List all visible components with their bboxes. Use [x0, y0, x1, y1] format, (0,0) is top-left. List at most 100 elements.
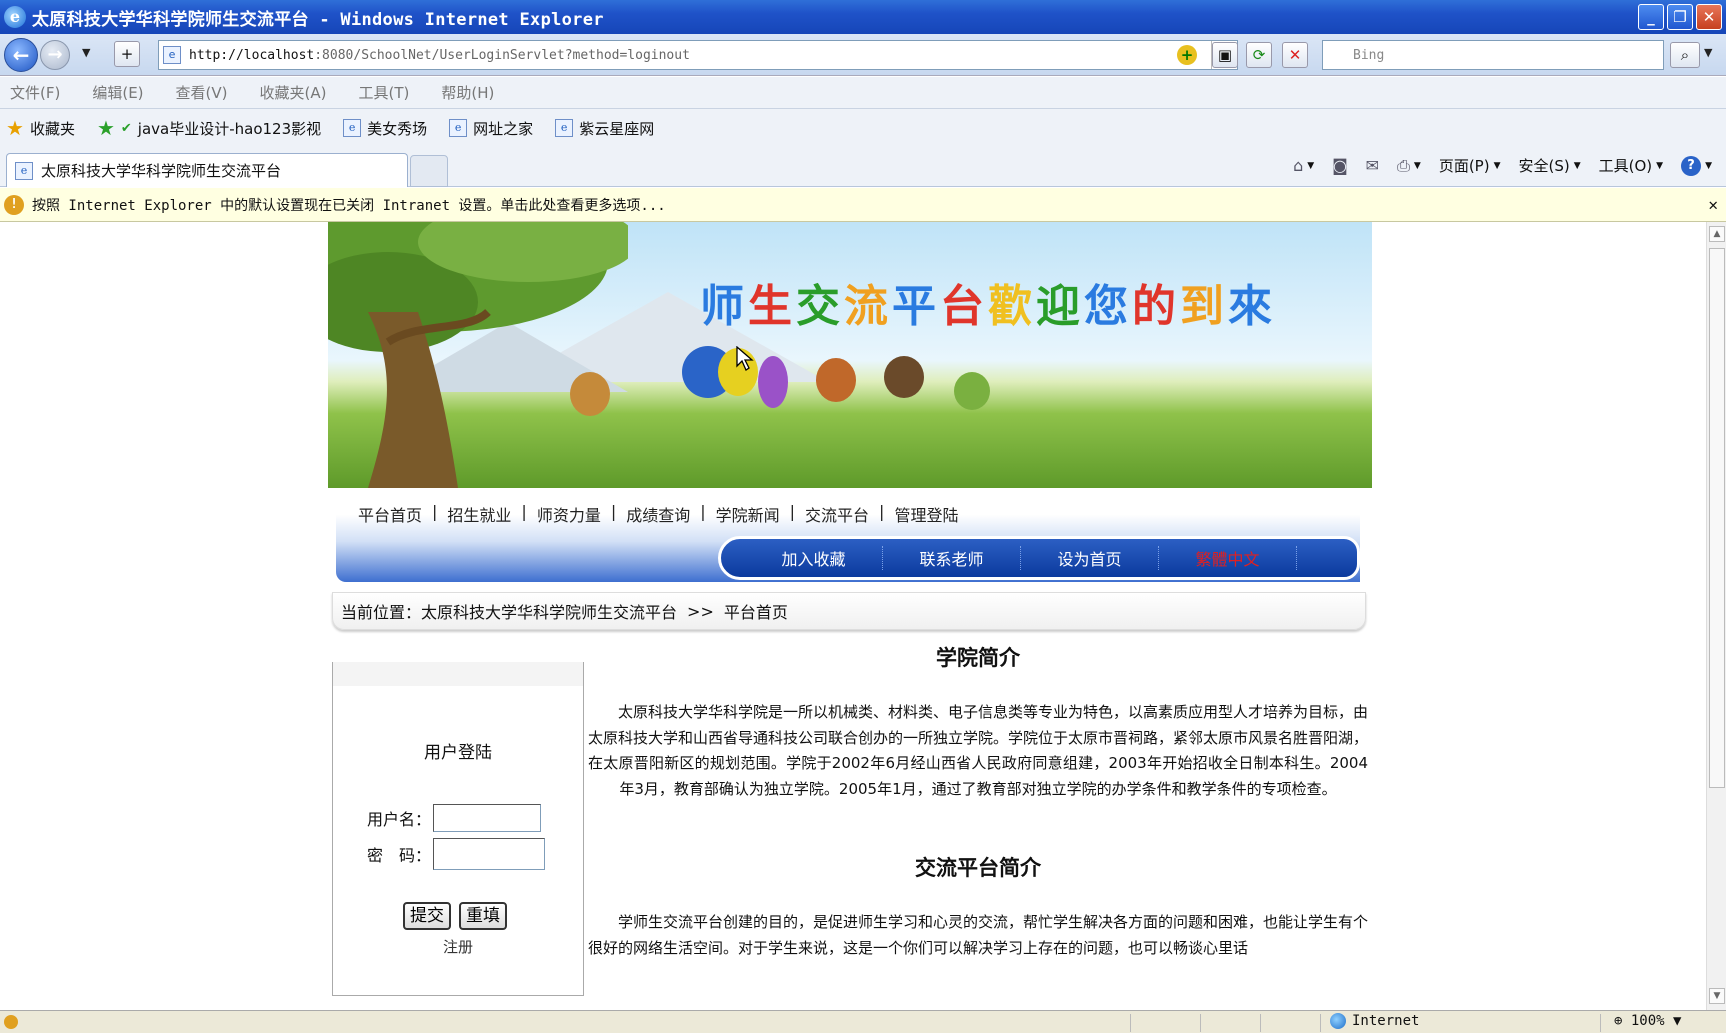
stop-icon[interactable]: ✕	[1282, 42, 1308, 68]
information-bar[interactable]: ! 按照 Internet Explorer 中的默认设置现在已关闭 Intra…	[0, 188, 1726, 222]
menu-help[interactable]: 帮助(H)	[441, 82, 494, 103]
breadcrumb-site[interactable]: 太原科技大学华科学院师生交流平台	[421, 599, 677, 623]
nav-sep: |	[700, 502, 706, 521]
banner-char: 平	[892, 281, 940, 332]
fav-item-label: 紫云星座网	[579, 119, 655, 138]
print-button[interactable]: ⎙ ▼	[1397, 156, 1421, 176]
help-button[interactable]: ? ▼	[1681, 155, 1712, 176]
search-placeholder: Bing	[1353, 47, 1385, 63]
banner-char: 您	[1084, 281, 1132, 332]
menu-edit[interactable]: 编辑(E)	[92, 82, 143, 103]
url-field[interactable]: e http://localhost:8080/SchoolNet/UserLo…	[158, 40, 1238, 70]
breadcrumb-current: 平台首页	[723, 603, 788, 622]
close-infobar-icon[interactable]: ✕	[1708, 195, 1718, 214]
scroll-down-icon[interactable]: ▼	[1709, 988, 1725, 1004]
submit-button[interactable]: 提交	[403, 902, 451, 930]
menu-file[interactable]: 文件(F)	[10, 82, 60, 103]
tools-menu[interactable]: 工具(O) ▼	[1599, 155, 1663, 176]
feeds-button[interactable]: ◙	[1332, 156, 1348, 175]
breadcrumb-sep: >>	[687, 601, 714, 621]
banner-char: 歡	[988, 281, 1036, 332]
search-input[interactable]: Bing	[1322, 40, 1664, 70]
ie-page-icon: e	[15, 161, 33, 180]
search-icon[interactable]: ⌕	[1670, 42, 1700, 68]
nav-link-admissions[interactable]: 招生就业	[447, 502, 511, 526]
restore-button[interactable]: ❐	[1667, 4, 1693, 30]
scroll-up-icon[interactable]: ▲	[1709, 226, 1725, 242]
menu-favorites[interactable]: 收藏夹(A)	[260, 82, 327, 103]
nav-link-news[interactable]: 学院新闻	[716, 502, 780, 526]
refresh-icon[interactable]: ⟳	[1246, 42, 1272, 68]
mail-icon: ✉	[1365, 156, 1380, 175]
safety-menu-label: 安全(S)	[1518, 157, 1570, 175]
banner-image: 师生交流平台歡迎您的到來	[328, 222, 1372, 488]
main-nav: 平台首页 | 招生就业 | 师资力量 | 成绩查询 | 学院新闻 | 交流平台 | 管理登陆…	[336, 492, 1360, 582]
mouse-cursor-icon	[736, 346, 754, 371]
add-favorite-link[interactable]: 加入收藏	[745, 546, 883, 570]
shield-icon: !	[4, 194, 24, 215]
command-bar: ⌂ ▼ ◙ ✉ ⎙ ▼ 页面(P) ▼ 安全(S) ▼ 工具(O) ▼ ? ▼	[1293, 155, 1712, 176]
content-area: 学院简介 太原科技大学华科学院是一所以机械类、材料类、电子信息类等专业为特色，以…	[588, 642, 1368, 1010]
favorites-fav-item-2[interactable]: e 网址之家	[449, 118, 533, 139]
favorites-fav-item-3[interactable]: e 紫云星座网	[555, 118, 654, 139]
add-favorite-icon[interactable]: +	[114, 41, 140, 67]
safety-menu[interactable]: 安全(S) ▼	[1518, 155, 1580, 176]
scroll-thumb[interactable]	[1709, 248, 1725, 788]
new-tab-button[interactable]	[410, 155, 448, 187]
set-homepage-link[interactable]: 设为首页	[1021, 546, 1159, 570]
banner-char: 生	[748, 281, 796, 332]
rss-icon: ◙	[1332, 156, 1348, 175]
nav-link-faculty[interactable]: 师资力量	[537, 502, 601, 526]
child-figure	[816, 358, 856, 402]
home-icon: ⌂	[1293, 156, 1304, 175]
globe-icon	[1330, 1013, 1346, 1029]
nav-link-forum[interactable]: 交流平台	[805, 502, 869, 526]
home-button[interactable]: ⌂ ▼	[1293, 156, 1314, 175]
nav-link-home[interactable]: 平台首页	[358, 502, 422, 526]
search-options-icon[interactable]: ▼	[1704, 46, 1712, 59]
menu-view[interactable]: 查看(V)	[176, 82, 228, 103]
recent-pages-dropdown-icon[interactable]: ▼	[82, 46, 90, 59]
nav-link-grades[interactable]: 成绩查询	[626, 502, 690, 526]
minimize-button[interactable]: _	[1638, 4, 1664, 30]
breadcrumb-label: 当前位置：	[341, 603, 422, 622]
favorites-fav-item-0[interactable]: ★ ✔ java毕业设计-hao123影视	[97, 116, 321, 140]
web-page: 师生交流平台歡迎您的到來 平台首页 | 招生就业 | 师资力量 | 成绩查询 | 学院新…	[326, 222, 1372, 1010]
add-on-icon[interactable]: +	[1177, 45, 1197, 65]
nav-sep: |	[610, 502, 617, 521]
close-window-button[interactable]: ✕	[1696, 4, 1722, 30]
intro-text: 太原科技大学华科学院是一所以机械类、材料类、电子信息类等专业为特色，以高素质应用…	[588, 703, 1369, 798]
register-link[interactable]: 注册	[333, 936, 583, 957]
page-menu[interactable]: 页面(P) ▼	[1439, 155, 1501, 176]
nav-link-admin-login[interactable]: 管理登陆	[894, 502, 958, 526]
window-title: 太原科技大学华科学院师生交流平台 - Windows Internet Expl…	[32, 9, 604, 30]
menu-tools[interactable]: 工具(T)	[358, 82, 409, 103]
title-bar: e 太原科技大学华科学院师生交流平台 - Windows Internet Ex…	[0, 0, 1726, 34]
url-path: :8080/SchoolNet/UserLoginServlet?method=…	[314, 47, 690, 63]
login-panel: 用户登陆 用户名： 密 码： 提交 重填 注册	[332, 662, 584, 996]
back-button[interactable]: ←	[4, 38, 38, 72]
zoom-level[interactable]: ⊕ 100% ▼	[1614, 1013, 1681, 1029]
url-host: http://localhost	[189, 47, 315, 63]
vertical-scrollbar[interactable]: ▲ ▼	[1706, 222, 1726, 1010]
compat-view-icon[interactable]: ▣	[1212, 42, 1238, 68]
reset-button[interactable]: 重填	[459, 902, 507, 930]
address-toolbar: ← → ▼ + e http://localhost:8080/SchoolNe…	[0, 34, 1726, 76]
child-figure	[884, 356, 924, 398]
ie-logo-icon: e	[4, 6, 26, 28]
password-input[interactable]	[433, 838, 545, 870]
contact-teacher-link[interactable]: 联系老师	[883, 546, 1021, 570]
banner-title: 师生交流平台歡迎您的到來	[700, 270, 1276, 334]
forward-button[interactable]: →	[40, 40, 70, 70]
security-zone[interactable]: Internet	[1330, 1013, 1419, 1029]
mail-button[interactable]: ✉	[1366, 156, 1379, 175]
favorites-label: 收藏夹	[29, 119, 75, 138]
traditional-chinese-link[interactable]: 繁體中文	[1159, 546, 1297, 570]
favorites-fav-item-1[interactable]: e 美女秀场	[343, 118, 427, 139]
breadcrumb: 当前位置： 太原科技大学华科学院师生交流平台 >> 平台首页	[332, 592, 1366, 630]
status-bar: Internet ⊕ 100% ▼	[0, 1010, 1726, 1033]
favorites-button[interactable]: ★ 收藏夹	[6, 116, 75, 140]
tab-current[interactable]: e 太原科技大学华科学院师生交流平台	[6, 153, 408, 187]
ie-page-icon: e	[343, 119, 362, 137]
username-input[interactable]	[433, 804, 541, 832]
